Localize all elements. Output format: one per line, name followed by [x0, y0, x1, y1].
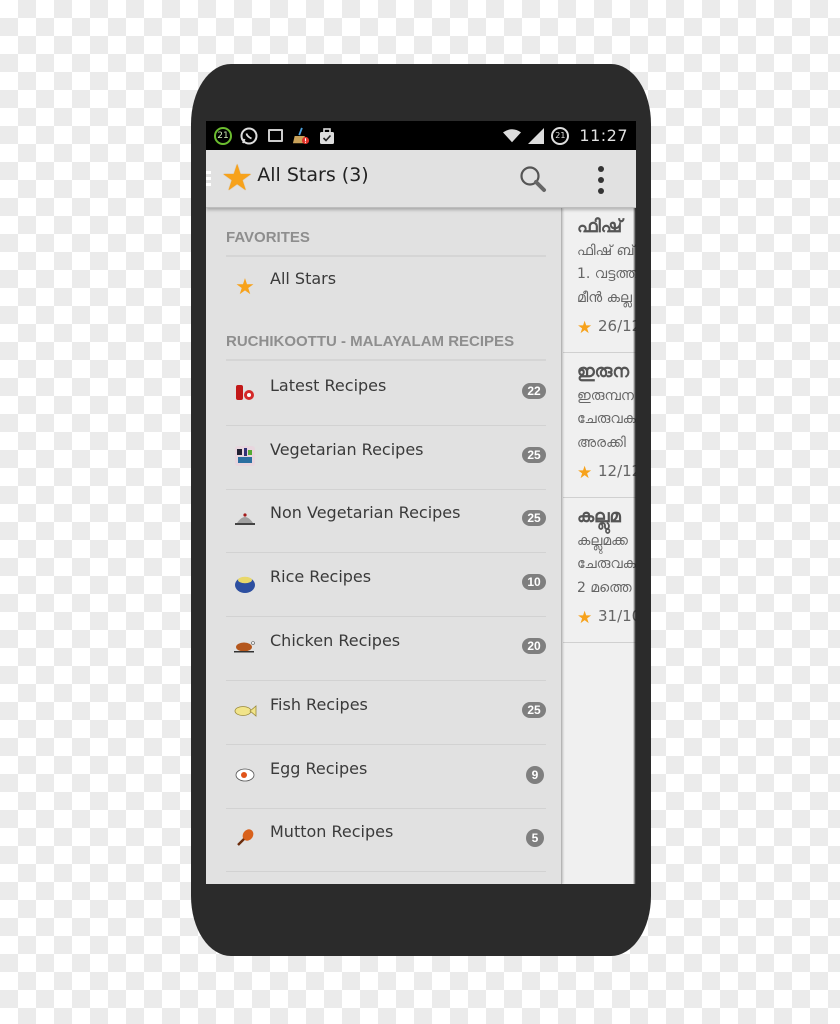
drawer-indicator-icon[interactable]: [206, 171, 211, 186]
drawer-item-label: Fish Recipes: [270, 695, 368, 714]
count-badge: 9: [526, 766, 544, 784]
search-icon[interactable]: [518, 164, 548, 194]
recipe-date: 26/12: [598, 317, 636, 335]
recipe-card[interactable]: കല്ലുമ കല്ലുമക്ക ചേരുവക 2 മത്തെ ★ 31/10: [563, 498, 636, 643]
drawer-item-label: Chicken Recipes: [270, 631, 401, 650]
navigation-drawer: FAVORITES ★ All Stars RUCHIKOOTTU - MALA…: [206, 208, 562, 884]
progress-ring-icon: 21: [214, 126, 232, 145]
roast-chicken-icon: [232, 636, 258, 658]
recipe-line: ഇരുമ്പന: [577, 388, 634, 404]
page-title: All Stars (3): [257, 163, 369, 186]
recipe-line: ഫിഷ് ബ്: [577, 243, 635, 259]
recipes-header: RUCHIKOOTTU - MALAYALAM RECIPES: [226, 333, 546, 361]
action-bar: ★ All Stars (3): [206, 150, 636, 208]
drawer-item-non-vegetarian-recipes[interactable]: Non Vegetarian Recipes 25: [226, 490, 546, 553]
rice-pot-icon: [232, 572, 258, 594]
recipe-card[interactable]: ഇരുന ഇരുമ്പന ചേരുവക അരക്കി ★ 12/12: [563, 353, 636, 498]
drawer-item-chicken-recipes[interactable]: Chicken Recipes 20: [226, 618, 546, 681]
drawer-item-label: Egg Recipes: [270, 759, 368, 778]
drawer-item-egg-recipes[interactable]: Egg Recipes 9: [226, 746, 546, 809]
signal-icon: [527, 127, 545, 145]
drawer-item-mutton-recipes[interactable]: Mutton Recipes 5: [226, 809, 546, 872]
drawer-item-label: Non Vegetarian Recipes: [270, 503, 461, 522]
recipe-line: അരക്കി: [577, 435, 626, 451]
cloche-icon: [232, 508, 258, 530]
recipe-line: മീൻ കല്ല: [577, 290, 632, 306]
drawer-item-label: All Stars: [270, 269, 337, 288]
vegetarian-icon: [232, 445, 258, 467]
star-icon[interactable]: ★: [577, 463, 592, 483]
drawer-item-rice-recipes[interactable]: Rice Recipes 10: [226, 554, 546, 617]
screen-edge: [633, 208, 636, 884]
phone-screen: 21 21 11:27 ★ All Stars (3) ഫിഷ് ഫിഷ് ബ്…: [206, 121, 636, 884]
drawer-item-label: Rice Recipes: [270, 567, 372, 586]
count-badge: 10: [522, 574, 546, 590]
wifi-icon: [503, 127, 522, 145]
count-badge: 25: [522, 447, 546, 463]
drawer-item-fish-recipes[interactable]: Fish Recipes 25: [226, 682, 546, 745]
favorites-header: FAVORITES: [226, 229, 546, 257]
recipe-line: 1. വട്ടത്ത്: [577, 266, 636, 282]
recipe-title: ഫിഷ്: [577, 216, 623, 237]
drawer-item-vegetarian-recipes[interactable]: Vegetarian Recipes 25: [226, 427, 546, 490]
recipe-title: കല്ലുമ: [577, 506, 621, 527]
drawer-item-label: Vegetarian Recipes: [270, 440, 424, 459]
fish-icon: [232, 700, 258, 722]
recipe-line: 2 മത്തെ: [577, 580, 632, 596]
battery-icon: 21: [551, 126, 570, 145]
recipe-date: 31/10: [598, 607, 636, 625]
count-badge: 20: [522, 638, 546, 654]
drawer-item-all-stars[interactable]: ★ All Stars: [226, 256, 546, 336]
recipe-list: ഫിഷ് ഫിഷ് ബ് 1. വട്ടത്ത് മീൻ കല്ല ★ 26/1…: [563, 208, 636, 884]
recipe-line: കല്ലുമക്ക: [577, 533, 628, 549]
recipe-line: ചേരുവക: [577, 411, 636, 427]
whatsapp-icon: [240, 127, 258, 145]
overflow-menu-icon[interactable]: [596, 166, 606, 194]
recipe-title: ഇരുന: [577, 361, 630, 382]
count-badge: 25: [522, 510, 546, 526]
count-badge: 22: [522, 383, 546, 399]
star-icon[interactable]: ★: [577, 608, 592, 628]
briefcase-icon: [318, 127, 336, 145]
count-badge: 25: [522, 702, 546, 718]
drawer-item-label: Latest Recipes: [270, 376, 387, 395]
latest-recipes-icon: [232, 381, 258, 403]
drumstick-icon: [232, 827, 258, 849]
recipe-card[interactable]: ഫിഷ് ഫിഷ് ബ് 1. വട്ടത്ത് മീൻ കല്ല ★ 26/1…: [563, 208, 636, 353]
recipe-line: ചേരുവക: [577, 556, 636, 572]
star-icon: ★: [235, 274, 255, 300]
recipe-date: 12/12: [598, 462, 636, 480]
image-icon: [266, 127, 284, 145]
drawer-item-latest-recipes[interactable]: Latest Recipes 22: [226, 363, 546, 426]
cleaner-icon: [292, 127, 310, 145]
star-icon[interactable]: ★: [577, 318, 592, 338]
status-time: 11:27: [579, 126, 628, 145]
star-icon[interactable]: ★: [221, 160, 253, 197]
battery-level: 21: [555, 131, 566, 140]
count-badge: 5: [526, 829, 544, 847]
drawer-item-label: Mutton Recipes: [270, 822, 394, 841]
egg-icon: [232, 764, 258, 786]
status-bar: 21 21 11:27: [206, 121, 636, 150]
